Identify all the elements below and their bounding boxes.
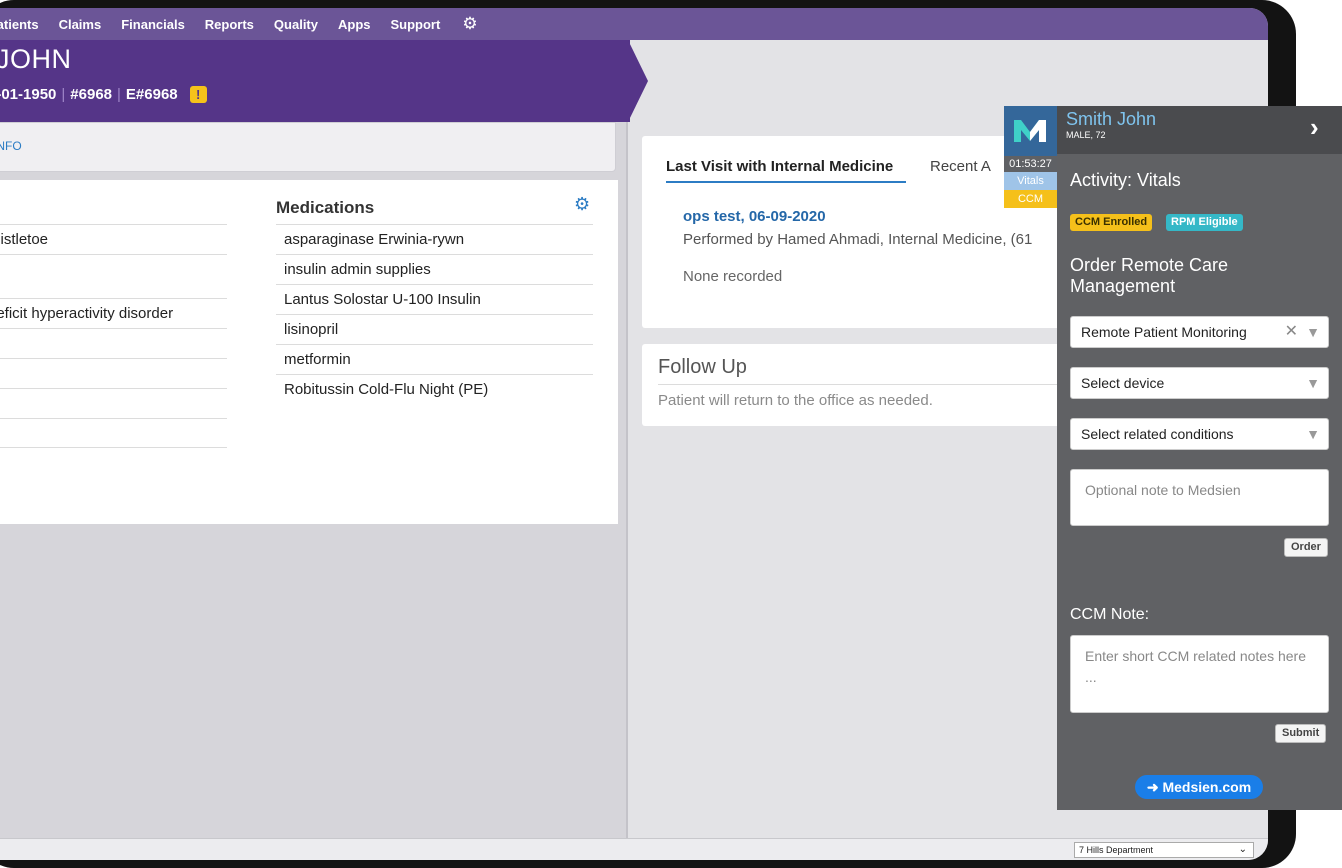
- program-select-value: Remote Patient Monitoring: [1081, 324, 1247, 340]
- conditions-select[interactable]: Select related conditions ▼: [1070, 418, 1329, 450]
- medsien-site-button[interactable]: ➜ Medsien.com: [1135, 775, 1263, 799]
- patient-meta: 1-01-1950 | #6968 | E#6968 !: [0, 86, 207, 103]
- list-item: [0, 254, 227, 298]
- department-value: 7 Hills Department: [1079, 845, 1154, 855]
- medication-item: Lantus Solostar U-100 Insulin: [276, 284, 593, 314]
- nav-support[interactable]: Support: [391, 17, 441, 32]
- conditions-select-value: Select related conditions: [1081, 426, 1234, 442]
- activity-label: Activity: Vitals: [1070, 170, 1181, 190]
- patient-id: #6968: [70, 86, 113, 103]
- pane-divider[interactable]: [626, 122, 628, 838]
- chevron-down-icon: ▼: [1306, 375, 1320, 391]
- follow-up-title: Follow Up: [658, 356, 747, 378]
- medsien-logo-icon: [1014, 120, 1046, 142]
- program-select[interactable]: Remote Patient Monitoring ✕ ▼: [1070, 316, 1329, 348]
- visit-link[interactable]: ops test, 06-09-2020: [683, 208, 826, 225]
- device-select-value: Select device: [1081, 375, 1165, 391]
- vitals-tag[interactable]: Vitals: [1004, 172, 1057, 190]
- list-item: [0, 328, 227, 358]
- status-bar: 7 Hills Department ⌄: [0, 838, 1268, 860]
- medication-item: metformin: [276, 344, 593, 374]
- list-item: [0, 358, 227, 388]
- list-item: mistletoe: [0, 224, 227, 254]
- last-visit-card: Last Visit with Internal Medicine Recent…: [642, 136, 1062, 328]
- medsien-site-label: Medsien.com: [1162, 779, 1252, 795]
- nav-patients[interactable]: Patients: [0, 17, 39, 32]
- ccm-note-label: CCM Note:: [1070, 606, 1150, 623]
- medications-settings-gear-icon[interactable]: ⚙: [574, 194, 590, 215]
- patient-dob: 1-01-1950: [0, 86, 57, 103]
- order-note-textarea[interactable]: Optional note to Medsien: [1070, 469, 1329, 526]
- meta-separator: |: [117, 86, 121, 103]
- list-item: [0, 418, 227, 448]
- department-select[interactable]: 7 Hills Department ⌄: [1074, 842, 1254, 858]
- login-arrow-icon: ➜: [1146, 779, 1163, 795]
- info-card: INFO: [0, 122, 616, 172]
- tab-recent[interactable]: Recent A: [930, 158, 991, 175]
- nav-financials[interactable]: Financials: [121, 17, 185, 32]
- chevron-down-icon: ⌄: [1238, 844, 1247, 855]
- medication-item: Robitussin Cold-Flu Night (PE): [276, 374, 593, 404]
- follow-up-card: Follow Up Patient will return to the off…: [642, 344, 1062, 426]
- meta-separator: |: [61, 86, 66, 103]
- patient-name: JOHN: [0, 44, 72, 74]
- order-button[interactable]: Order: [1284, 538, 1328, 557]
- tab-last-visit[interactable]: Last Visit with Internal Medicine: [666, 158, 906, 183]
- ccm-enrolled-badge: CCM Enrolled: [1070, 214, 1153, 231]
- clear-icon[interactable]: ✕: [1285, 317, 1298, 347]
- list-item: deficit hyperactivity disorder: [0, 298, 227, 328]
- warning-icon[interactable]: !: [189, 86, 207, 103]
- ccm-tag[interactable]: CCM: [1004, 190, 1057, 208]
- chevron-right-icon[interactable]: ›: [1310, 112, 1319, 143]
- medsien-panel: Smith John MALE, 72 › Activity: Vitals C…: [1057, 106, 1342, 810]
- device-select[interactable]: Select device ▼: [1070, 367, 1329, 399]
- chevron-down-icon: ▼: [1306, 324, 1320, 340]
- visit-none-recorded: None recorded: [683, 268, 783, 285]
- ccm-note-placeholder: Enter short CCM related notes here ...: [1085, 648, 1306, 685]
- visit-performed-by: Performed by Hamed Ahmadi, Internal Medi…: [683, 231, 1033, 248]
- nav-reports[interactable]: Reports: [205, 17, 254, 32]
- patient-eid: E#6968: [125, 86, 178, 103]
- medication-item: insulin admin supplies: [276, 254, 593, 284]
- medication-item: asparaginase Erwinia-rywn: [276, 224, 593, 254]
- top-nav: Patients Claims Financials Reports Quali…: [0, 8, 1268, 40]
- banner-arrow-tip: [628, 40, 648, 122]
- chevron-down-icon: ▼: [1306, 426, 1320, 442]
- medsien-patient-name: Smith John: [1066, 109, 1157, 129]
- follow-up-text: Patient will return to the office as nee…: [658, 392, 933, 409]
- order-section-title: Order Remote Care Management: [1070, 255, 1229, 296]
- medsien-logo[interactable]: [1004, 106, 1057, 156]
- medsien-panel-header: Smith John MALE, 72 ›: [1057, 106, 1342, 154]
- nav-claims[interactable]: Claims: [59, 17, 102, 32]
- medications-title: Medications: [276, 198, 375, 217]
- list-item: [0, 388, 227, 418]
- rpm-eligible-badge: RPM Eligible: [1166, 214, 1243, 231]
- medications-list: asparaginase Erwinia-rywn insulin admin …: [276, 224, 593, 404]
- session-timer: 01:53:27: [1004, 156, 1057, 172]
- ccm-note-textarea[interactable]: Enter short CCM related notes here ...: [1070, 635, 1329, 713]
- info-link[interactable]: INFO: [0, 139, 22, 153]
- patient-banner: JOHN 1-01-1950 | #6968 | E#6968 !: [0, 40, 630, 122]
- settings-gear-icon[interactable]: ⚙: [462, 14, 477, 34]
- nav-apps[interactable]: Apps: [338, 17, 371, 32]
- left-list: mistletoe deficit hyperactivity disorder: [0, 224, 227, 448]
- order-note-placeholder: Optional note to Medsien: [1085, 482, 1241, 498]
- nav-quality[interactable]: Quality: [274, 17, 318, 32]
- medsien-patient-meta: MALE, 72: [1066, 130, 1106, 140]
- submit-button[interactable]: Submit: [1275, 724, 1327, 743]
- divider: [658, 384, 1058, 385]
- clinical-summary-card: mistletoe deficit hyperactivity disorder…: [0, 180, 618, 524]
- medication-item: lisinopril: [276, 314, 593, 344]
